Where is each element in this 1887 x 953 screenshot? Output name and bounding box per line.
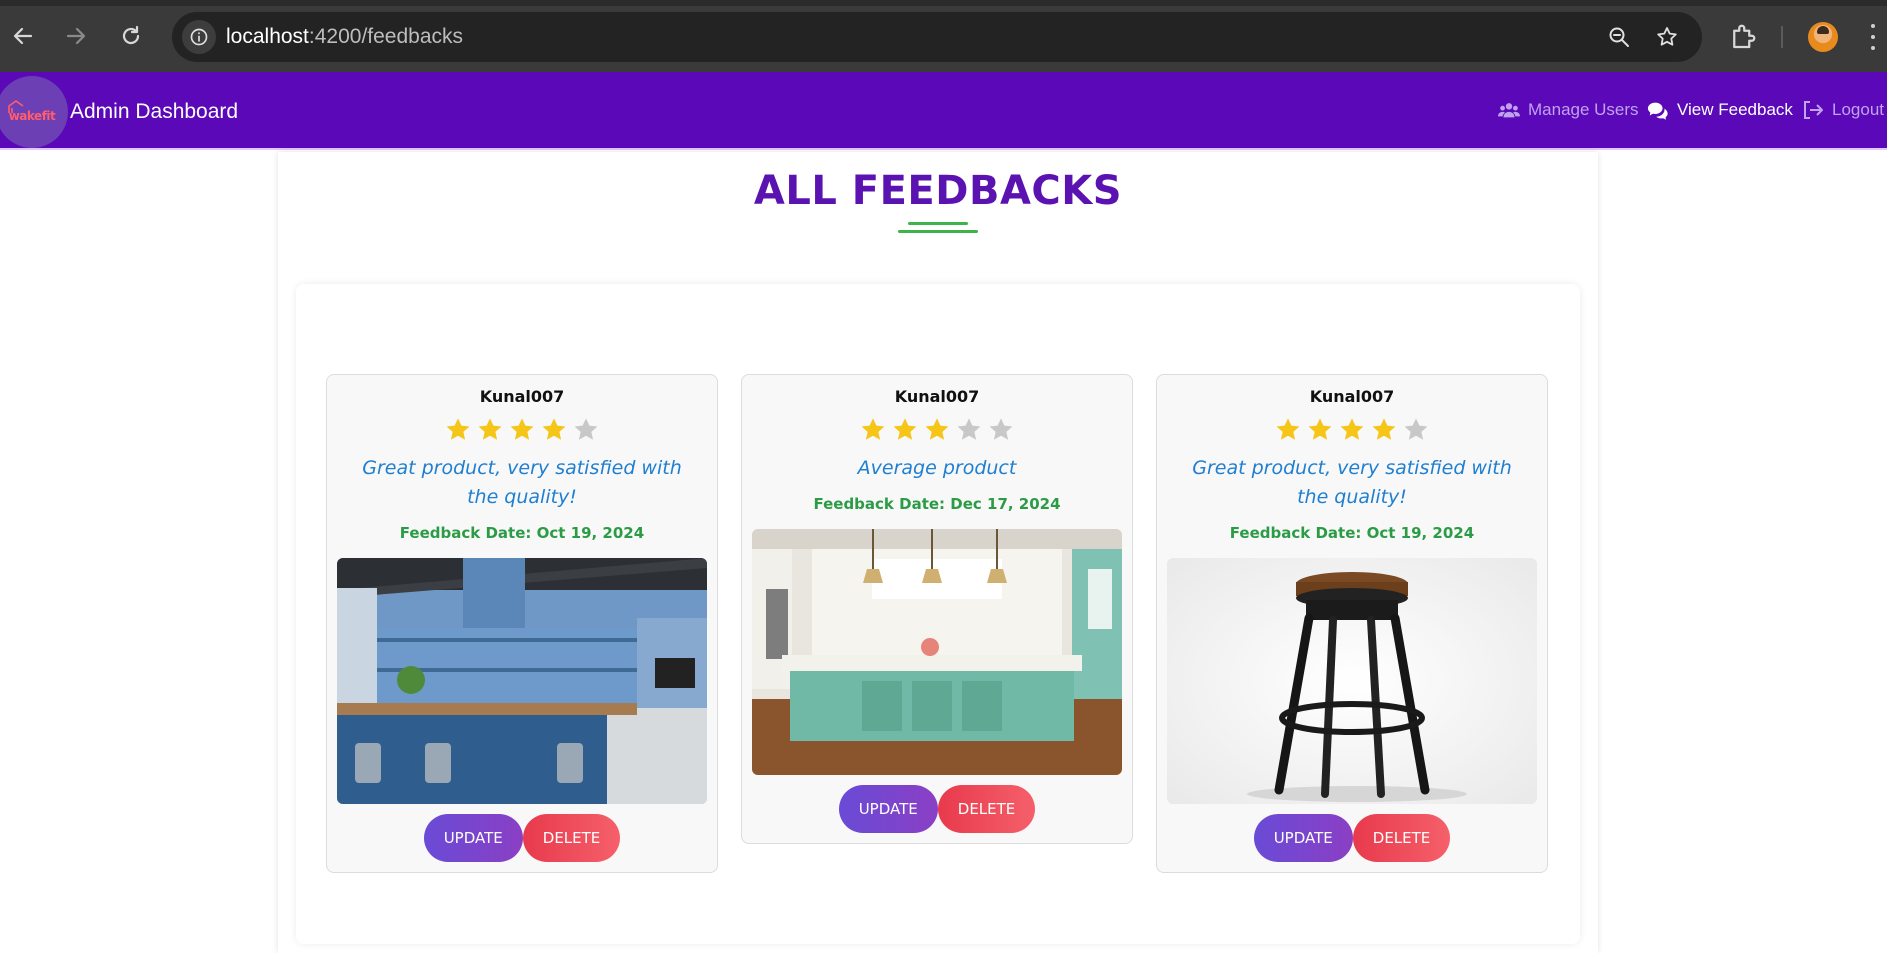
star-empty-icon (957, 418, 981, 440)
product-image (337, 558, 707, 804)
url-path: :4200/feedbacks (308, 25, 464, 48)
star-filled-icon (446, 418, 470, 440)
nav-manage-users-label: Manage Users (1528, 100, 1639, 119)
bookmark-star-icon[interactable] (1654, 24, 1680, 50)
card-actions: UPDATE DELETE (742, 785, 1132, 833)
delete-button[interactable]: DELETE (522, 814, 621, 862)
nav-manage-users[interactable]: Manage Users (1498, 100, 1639, 120)
star-filled-icon (861, 418, 885, 440)
reload-icon[interactable] (115, 20, 147, 52)
product-image (752, 529, 1122, 775)
star-filled-icon (893, 418, 917, 440)
feedback-comment: Average product (857, 457, 1017, 479)
back-icon[interactable] (7, 20, 39, 52)
rating-stars (742, 416, 1132, 444)
users-icon (1498, 103, 1520, 118)
rating-stars (1157, 416, 1547, 444)
star-filled-icon (1372, 418, 1396, 440)
delete-button[interactable]: DELETE (1352, 814, 1451, 862)
star-empty-icon (989, 418, 1013, 440)
feedback-date: Feedback Date: Dec 17, 2024 (813, 495, 1061, 513)
feedback-date: Feedback Date: Oct 19, 2024 (399, 524, 645, 542)
toolbar-divider (1781, 26, 1783, 48)
card-actions: UPDATE DELETE (327, 814, 717, 862)
feedback-user: Kunal007 (894, 387, 980, 406)
star-filled-icon (1308, 418, 1332, 440)
extensions-icon[interactable] (1728, 22, 1758, 52)
star-filled-icon (1276, 418, 1300, 440)
zoom-icon[interactable] (1606, 24, 1632, 50)
url-host: localhost (226, 25, 309, 48)
feedback-comment: Great product, very satisfied with the q… (362, 457, 682, 508)
comments-icon (1647, 102, 1668, 120)
title-underline (898, 230, 978, 233)
product-image (1167, 558, 1537, 804)
delete-button[interactable]: DELETE (937, 785, 1036, 833)
address-bar[interactable]: localhost:4200/feedbacks (172, 12, 1702, 62)
star-empty-icon (1404, 418, 1428, 440)
site-info-icon[interactable] (182, 20, 216, 54)
feedback-list: Kunal007 Great product, very satisfied w… (296, 284, 1580, 944)
url-text[interactable]: localhost:4200/feedbacks (226, 25, 463, 49)
star-filled-icon (925, 418, 949, 440)
logo-house-icon (8, 100, 24, 113)
feedback-comment: Great product, very satisfied with the q… (1192, 457, 1512, 508)
card-actions: UPDATE DELETE (1157, 814, 1547, 862)
star-filled-icon (510, 418, 534, 440)
browser-menu-icon[interactable] (1868, 24, 1878, 50)
feedback-user: Kunal007 (479, 387, 565, 406)
feedback-card: Kunal007 Great product, very satisfied w… (1156, 374, 1548, 873)
nav-logout[interactable]: Logout (1802, 100, 1884, 120)
feedback-date: Feedback Date: Oct 19, 2024 (1229, 524, 1475, 542)
feedback-card: Kunal007 Great product, very satisfied w… (326, 374, 718, 873)
nav-view-feedback-label: View Feedback (1677, 100, 1793, 119)
profile-avatar[interactable] (1808, 22, 1838, 52)
page-title: ALL FEEDBACKS (753, 168, 1123, 214)
star-filled-icon (542, 418, 566, 440)
update-button[interactable]: UPDATE (838, 785, 938, 833)
app-navbar: wakefit Admin Dashboard Manage Users Vie… (0, 72, 1887, 150)
logout-icon (1804, 101, 1823, 119)
star-filled-icon (1340, 418, 1364, 440)
forward-icon[interactable] (60, 20, 92, 52)
tab-strip (0, 0, 1887, 6)
nav-logout-label: Logout (1832, 100, 1884, 119)
rating-stars (327, 416, 717, 444)
star-filled-icon (478, 418, 502, 440)
nav-view-feedback[interactable]: View Feedback (1647, 100, 1793, 120)
update-button[interactable]: UPDATE (423, 814, 523, 862)
title-underline (908, 222, 968, 225)
browser-toolbar: localhost:4200/feedbacks (0, 0, 1887, 72)
feedback-card: Kunal007 Average product Feedback Date: … (741, 374, 1133, 844)
update-button[interactable]: UPDATE (1253, 814, 1353, 862)
brand-logo[interactable]: wakefit (0, 76, 68, 148)
star-empty-icon (574, 418, 598, 440)
feedback-user: Kunal007 (1309, 387, 1395, 406)
main-content: ALL FEEDBACKS Kunal007 Great product, ve… (278, 152, 1598, 953)
brand-title[interactable]: Admin Dashboard (70, 100, 238, 124)
